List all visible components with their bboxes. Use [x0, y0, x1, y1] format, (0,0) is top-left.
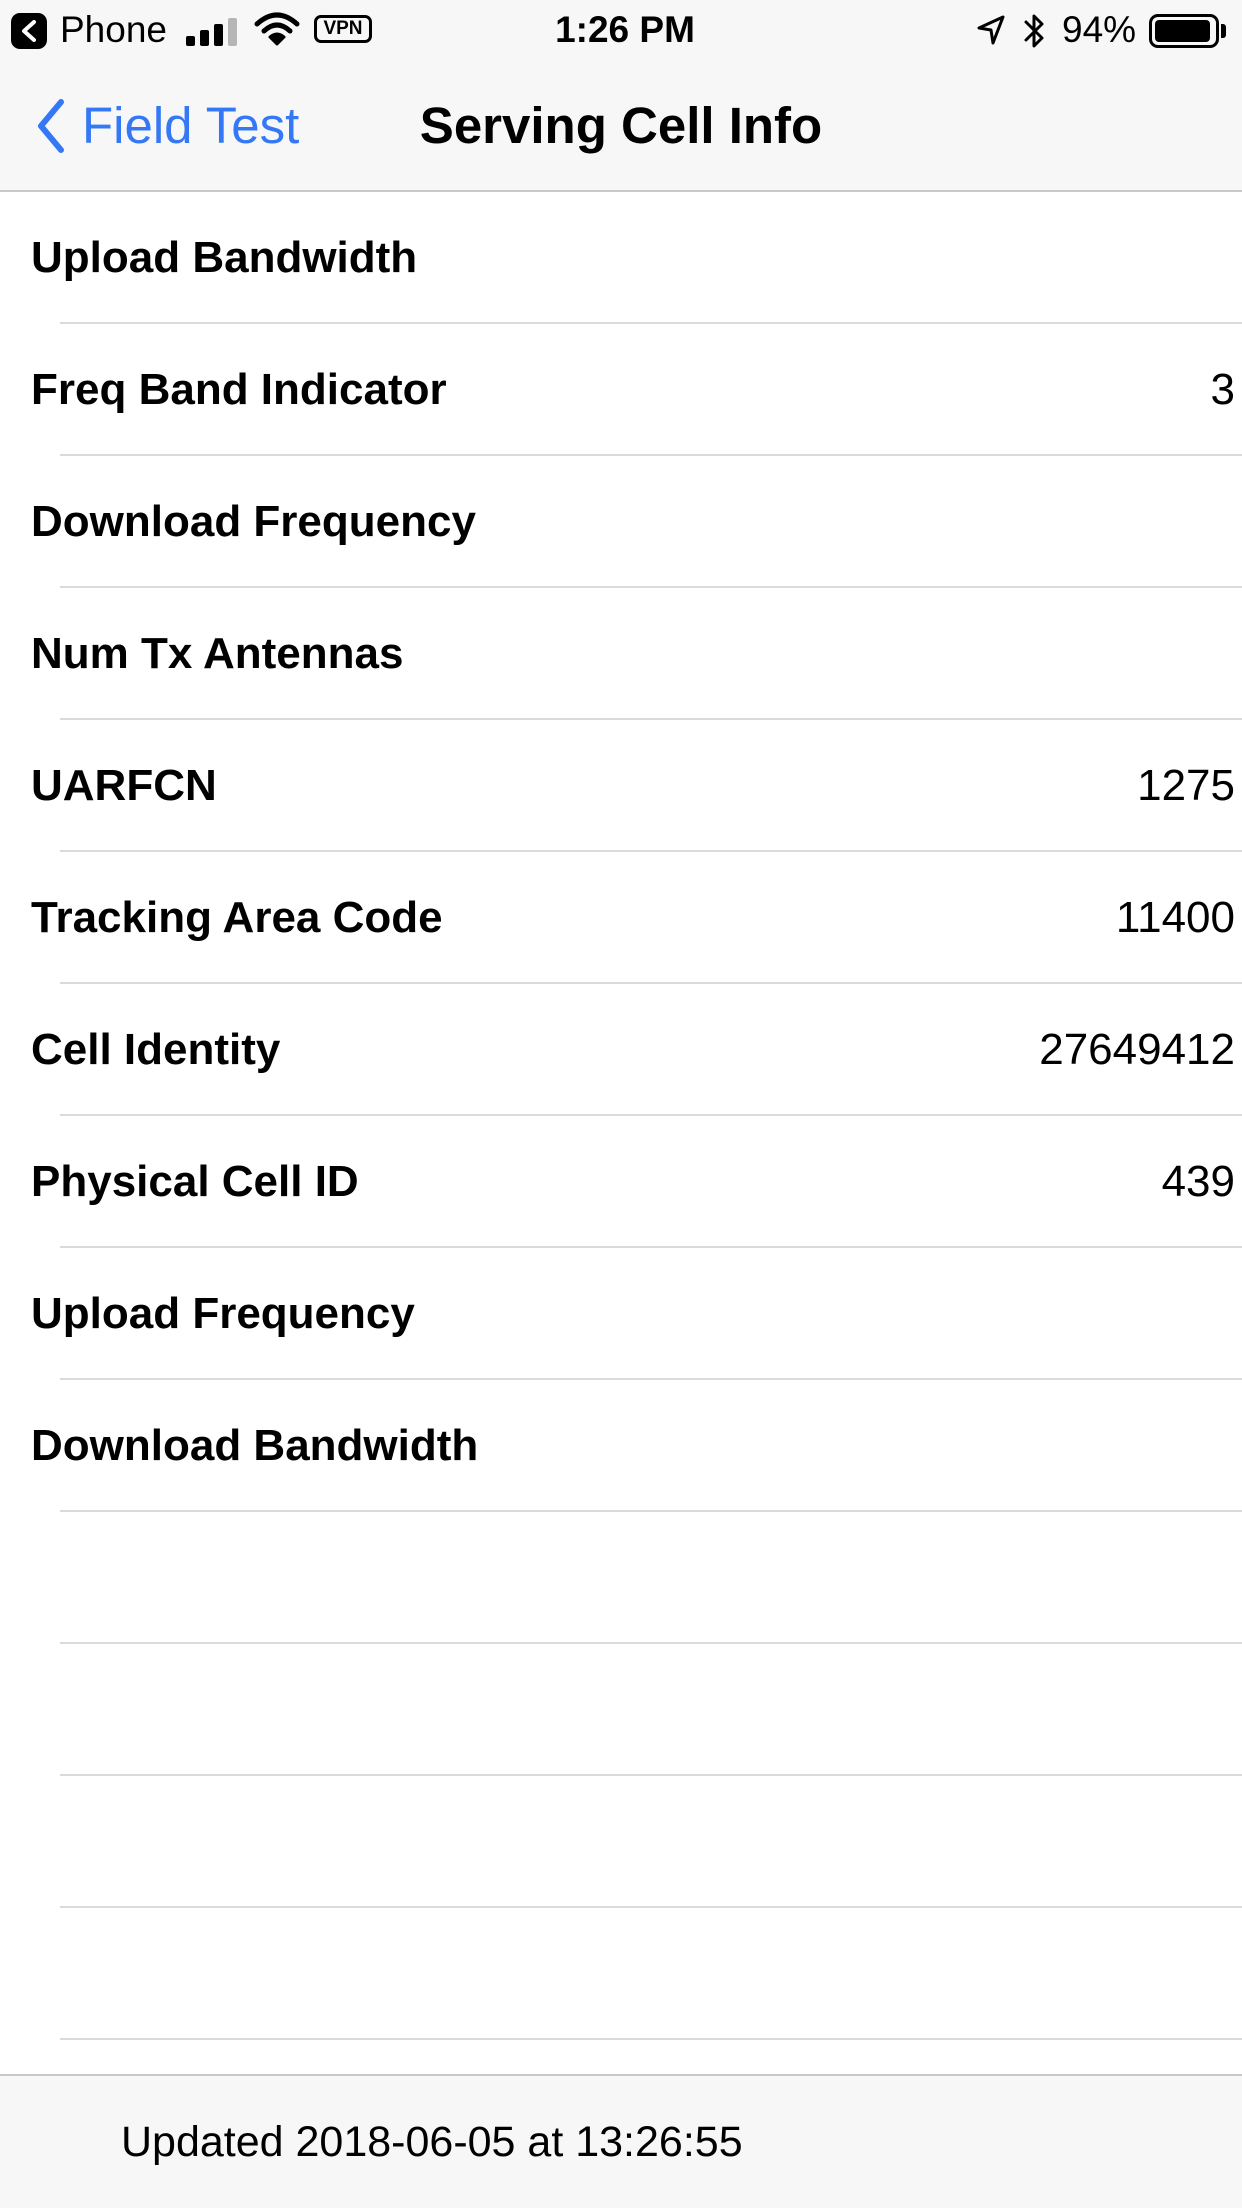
updated-timestamp: Updated 2018-06-05 at 13:26:55	[121, 2118, 743, 2166]
battery-icon	[1149, 14, 1219, 48]
status-time: 1:26 PM	[555, 9, 695, 50]
list-item-uarfcn: UARFCN 1275	[0, 720, 1242, 852]
status-bar: Phone VPN 1:26 PM 94%	[0, 0, 1242, 60]
list-item-upload-frequency: Upload Frequency	[0, 1248, 1242, 1380]
list-item-physical-cell-id: Physical Cell ID 439	[0, 1116, 1242, 1248]
list-item-label: Physical Cell ID	[31, 1157, 359, 1206]
battery-level-fill	[1155, 20, 1210, 42]
list-item-empty	[0, 1644, 1242, 1776]
list-item-empty	[0, 1512, 1242, 1644]
page-title: Serving Cell Info	[419, 97, 823, 154]
list-item-value: 27649412	[1039, 1025, 1235, 1074]
list-item-value: 1275	[1137, 761, 1235, 810]
list-item-label: Upload Bandwidth	[31, 233, 418, 282]
list-item-empty	[0, 1776, 1242, 1908]
list-item-label: Download Bandwidth	[31, 1421, 479, 1470]
list-item-label: Tracking Area Code	[31, 893, 443, 942]
list-item-empty	[0, 1908, 1242, 2040]
list-item-label: UARFCN	[31, 761, 217, 810]
location-icon	[977, 15, 1005, 45]
list-item-freq-band-indicator: Freq Band Indicator 3	[0, 324, 1242, 456]
navigation-bar: Field Test Serving Cell Info	[0, 60, 1242, 192]
list-item-value: 439	[1161, 1157, 1235, 1206]
cell-info-list: Upload Bandwidth Freq Band Indicator 3 D…	[0, 192, 1242, 2040]
list-item-tracking-area-code: Tracking Area Code 11400	[0, 852, 1242, 984]
list-item-label: Cell Identity	[31, 1025, 281, 1074]
list-item-cell-identity: Cell Identity 27649412	[0, 984, 1242, 1116]
bluetooth-icon	[1024, 14, 1044, 48]
list-item-download-frequency: Download Frequency	[0, 456, 1242, 588]
back-button-label[interactable]: Field Test	[82, 94, 299, 158]
list-item-upload-bandwidth: Upload Bandwidth	[0, 192, 1242, 324]
back-button[interactable]: Field Test	[36, 94, 299, 158]
list-item-label: Freq Band Indicator	[31, 365, 447, 414]
list-item-value: 3	[1210, 365, 1235, 414]
list-item-download-bandwidth: Download Bandwidth	[0, 1380, 1242, 1512]
list-item-value: 11400	[1115, 893, 1235, 942]
list-item-num-tx-antennas: Num Tx Antennas	[0, 588, 1242, 720]
bottom-toolbar: Updated 2018-06-05 at 13:26:55	[0, 2074, 1242, 2208]
list-item-label: Upload Frequency	[31, 1289, 415, 1338]
battery-percent: 94%	[1062, 9, 1137, 50]
battery-cap	[1221, 24, 1226, 38]
list-item-label: Num Tx Antennas	[31, 629, 404, 678]
list-item-label: Download Frequency	[31, 497, 476, 546]
chevron-left-icon	[38, 99, 64, 153]
